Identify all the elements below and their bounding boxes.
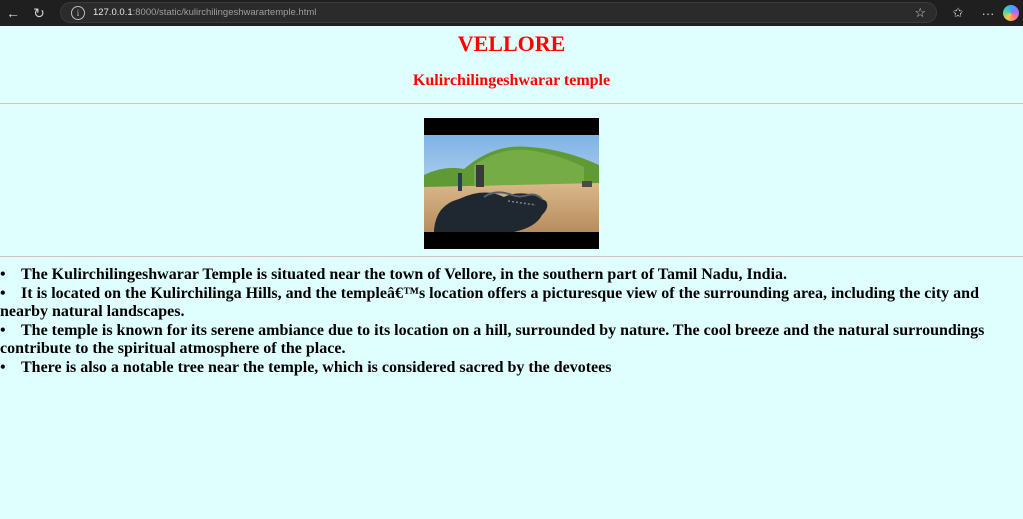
page-content: VELLORE Kulirchilingeshwarar temple • Th…: [0, 26, 1023, 519]
star-icon[interactable]: ☆: [914, 5, 926, 21]
browser-toolbar: ← ↻ i 127.0.0.1:8000/static/kulirchiling…: [0, 0, 1023, 26]
list-item: • The temple is known for its serene ambi…: [0, 322, 1023, 359]
fact-text: It is located on the Kulirchilinga Hills…: [0, 284, 979, 321]
bottom-divider: [0, 256, 1023, 258]
list-item: • The Kulirchilingeshwarar Temple is situ…: [0, 266, 1023, 285]
copilot-icon[interactable]: [1003, 5, 1019, 21]
temple-photo: [424, 118, 599, 249]
info-icon[interactable]: i: [71, 5, 85, 20]
top-divider: [0, 103, 1023, 105]
bullet-icon: •: [0, 266, 6, 283]
back-arrow-icon[interactable]: ←: [2, 2, 24, 24]
favorites-icon[interactable]: ✩: [943, 5, 973, 21]
temple-photo-illustration: [424, 135, 599, 232]
bullet-icon: •: [0, 358, 6, 376]
list-item: • It is located on the Kulirchilinga Hill…: [0, 285, 1023, 322]
list-item: • There is also a notable tree near the t…: [0, 359, 1023, 378]
photo-container: [0, 118, 1023, 249]
page-title: VELLORE: [457, 31, 566, 56]
temple-heading: Kulirchilingeshwarar temple: [412, 72, 611, 89]
toolbar-actions: ✩ ···: [943, 0, 1023, 26]
fact-text: There is also a notable tree near the te…: [21, 358, 612, 376]
address-bar[interactable]: i 127.0.0.1:8000/static/kulirchilingeshw…: [60, 2, 937, 23]
bullet-icon: •: [0, 321, 6, 339]
facts-list: • The Kulirchilingeshwarar Temple is situ…: [0, 266, 1023, 377]
url-host: 127.0.0.1: [93, 7, 133, 18]
reload-icon[interactable]: ↻: [28, 2, 50, 24]
fact-text: The Kulirchilingeshwarar Temple is situa…: [21, 266, 788, 283]
more-icon[interactable]: ···: [973, 6, 1003, 21]
bullet-icon: •: [0, 284, 6, 302]
url-path: :8000/static/kulirchilingeshwarartemple.…: [132, 7, 317, 18]
url-text[interactable]: 127.0.0.1:8000/static/kulirchilingeshwar…: [93, 7, 316, 18]
fact-text: The temple is known for its serene ambia…: [0, 321, 985, 358]
